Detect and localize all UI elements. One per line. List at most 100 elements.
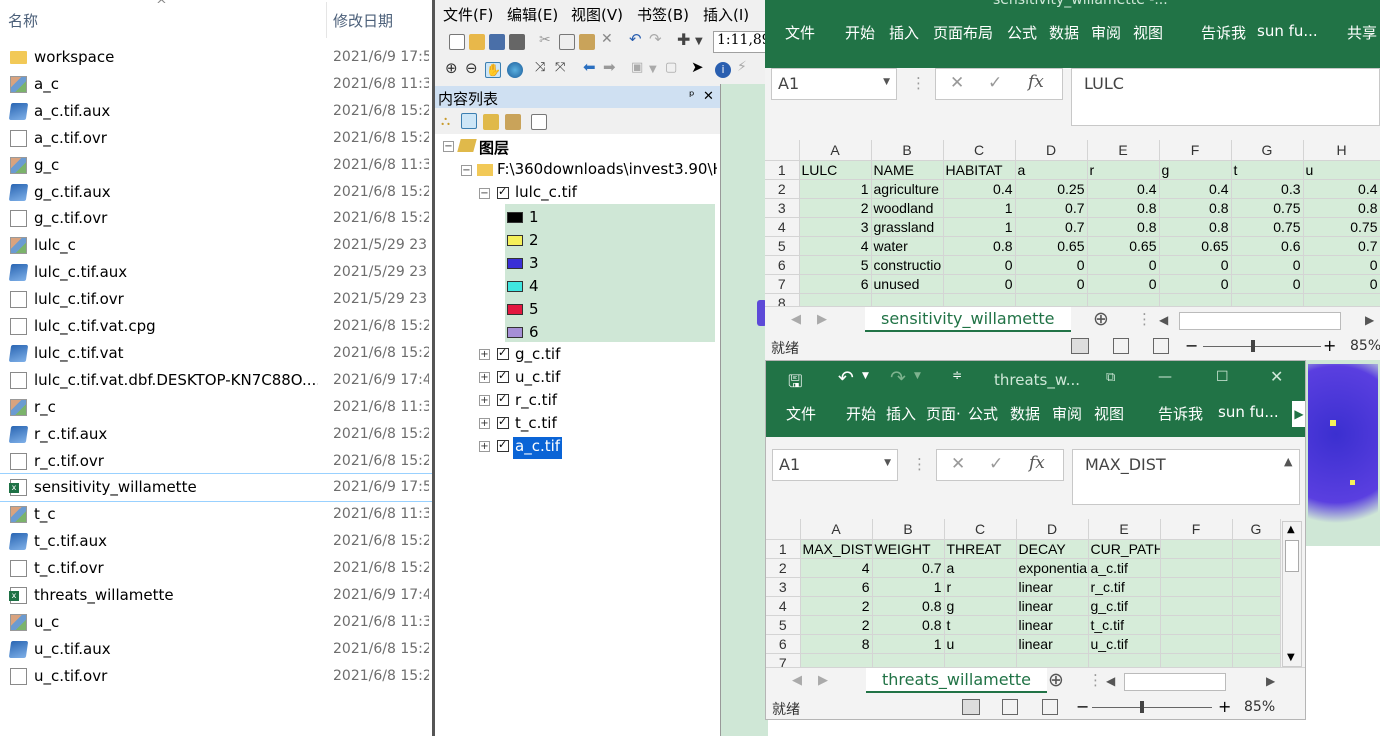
ribbon-tab[interactable]: sun fu...	[1218, 403, 1279, 421]
cell[interactable]: water	[871, 236, 944, 256]
toc-close-icon[interactable]: ✕	[703, 89, 714, 104]
cell[interactable]: 1	[872, 577, 945, 597]
file-name[interactable]: lulc_c.tif.ovr	[34, 290, 318, 308]
ribbon-tab[interactable]: 审阅	[1052, 403, 1082, 424]
cell[interactable]: agriculture	[871, 179, 944, 199]
row-header[interactable]: 3	[765, 198, 800, 218]
zoom-slider[interactable]	[1203, 346, 1321, 347]
cell[interactable]: linear	[1016, 634, 1089, 654]
ribbon-tab[interactable]: 数据	[1049, 22, 1079, 43]
zoom-in-plus-icon[interactable]: +	[1218, 697, 1231, 716]
ribbon-tab[interactable]: 文件	[785, 22, 815, 43]
file-name[interactable]: r_c.tif.ovr	[34, 452, 318, 470]
file-name[interactable]: threats_willamette	[34, 586, 318, 604]
cell[interactable]	[1160, 558, 1233, 578]
file-row[interactable]: lulc_c 2021/5/29 23	[0, 232, 432, 259]
cell[interactable]: t	[944, 615, 1017, 635]
cell[interactable]: 0.8	[1159, 198, 1232, 218]
expand-layer-icon[interactable]: +	[479, 349, 490, 360]
file-row[interactable]: lulc_c.tif.ovr 2021/5/29 23	[0, 286, 432, 313]
zoom-out-icon[interactable]: ⊖	[465, 59, 481, 77]
add-data-icon[interactable]: ✚	[677, 30, 693, 49]
file-row[interactable]: workspace 2021/6/9 17:5	[0, 44, 432, 71]
list-by-visibility-icon[interactable]	[483, 114, 499, 130]
forward-extent-icon[interactable]: ➡	[603, 58, 619, 76]
cell[interactable]: 6	[799, 274, 872, 294]
cell[interactable]: exponentia	[1016, 558, 1089, 578]
collapse-layers-icon[interactable]: −	[443, 141, 454, 152]
namebox-dropdown-icon[interactable]: ▼	[883, 77, 890, 87]
row-header[interactable]: 5	[766, 615, 801, 635]
file-row[interactable]: lulc_c.tif.aux 2021/5/29 23	[0, 259, 432, 286]
file-name[interactable]: t_c.tif.aux	[34, 532, 318, 550]
file-name[interactable]: a_c	[34, 75, 318, 93]
cell[interactable]: 0.8	[872, 615, 945, 635]
cell[interactable]: 0.6	[1231, 236, 1304, 256]
paste-icon[interactable]	[579, 34, 595, 50]
file-row[interactable]: u_c.tif.aux 2021/6/8 15:2	[0, 636, 432, 663]
horizontal-scrollbar[interactable]	[1124, 673, 1226, 691]
cell[interactable]: 6	[800, 577, 873, 597]
cell[interactable]: woodland	[871, 198, 944, 218]
full-extent-icon[interactable]	[507, 62, 523, 78]
file-name[interactable]: u_c.tif.aux	[34, 640, 318, 658]
file-name[interactable]: u_c	[34, 613, 318, 631]
cell[interactable]	[1160, 615, 1233, 635]
zoom-out-minus-icon[interactable]: −	[1185, 336, 1198, 355]
folder-path-label[interactable]: F:\360downloads\invest3.90\H	[497, 160, 717, 182]
ribbon-tab[interactable]: 插入	[886, 403, 916, 424]
page-break-view-icon[interactable]	[1153, 338, 1169, 354]
file-name[interactable]: g_c.tif.ovr	[34, 209, 318, 227]
cell[interactable]: 0.8	[1159, 217, 1232, 237]
file-row[interactable]: r_c 2021/6/8 11:3	[0, 394, 432, 421]
copy-icon[interactable]	[559, 34, 575, 50]
next-sheet-icon[interactable]: ▶	[818, 673, 828, 688]
menu-edit[interactable]: 编辑(E)	[507, 4, 558, 25]
cell[interactable]: 8	[800, 634, 873, 654]
ribbon-tab[interactable]: 告诉我	[1201, 22, 1246, 43]
vertical-scrollbar[interactable]: ▲ ▼	[1282, 521, 1302, 667]
prev-sheet-icon[interactable]: ◀	[792, 673, 802, 688]
hscroll-right-icon[interactable]: ▶	[1266, 674, 1275, 688]
column-header[interactable]: B	[871, 140, 944, 161]
menu-view[interactable]: 视图(V)	[571, 4, 623, 25]
ribbon-display-options-icon[interactable]: ⧉	[1106, 370, 1115, 385]
expand-layer-icon[interactable]: +	[479, 441, 490, 452]
add-sheet-icon[interactable]: ⊕	[1093, 308, 1109, 330]
cell[interactable]: 1	[943, 198, 1016, 218]
excel2-undo-dropdown-icon[interactable]: ▼	[862, 371, 869, 381]
ribbon-tab[interactable]: 公式	[1007, 22, 1037, 43]
cell[interactable]: 0.75	[1303, 217, 1380, 237]
maximize-icon[interactable]: ☐	[1216, 369, 1229, 385]
new-document-icon[interactable]	[449, 34, 465, 50]
row-header[interactable]: 2	[765, 179, 800, 199]
file-row[interactable]: r_c.tif.ovr 2021/6/8 15:2	[0, 448, 432, 475]
cell[interactable]: 0.7	[1015, 198, 1088, 218]
cell[interactable]: 0.4	[1303, 179, 1380, 199]
cancel-entry-icon[interactable]: ✕	[951, 454, 965, 474]
cell[interactable]: 0.65	[1087, 236, 1160, 256]
ribbon-tab[interactable]: 页面布局	[933, 22, 993, 43]
zoom-slider-thumb[interactable]	[1140, 701, 1144, 713]
map-scale-input[interactable]: 1:11,89	[713, 31, 768, 53]
cell[interactable]: 1	[799, 179, 872, 199]
list-by-drawing-order-icon[interactable]: ⛬	[441, 114, 457, 130]
excel2-customize-qat-icon[interactable]: ≑	[952, 368, 962, 382]
cell[interactable]: u	[1303, 160, 1380, 180]
zoom-out-minus-icon[interactable]: −	[1076, 697, 1089, 716]
cell[interactable]: a	[944, 558, 1017, 578]
clear-selection-icon[interactable]: ▢	[665, 60, 681, 76]
cell[interactable]: 0	[1015, 255, 1088, 275]
file-row[interactable]: threats_willamette 2021/6/9 17:4	[0, 582, 432, 609]
layer-label[interactable]: a_c.tif	[513, 437, 563, 459]
row-header[interactable]: 3	[766, 577, 801, 597]
cell[interactable]: 0	[1015, 274, 1088, 294]
column-header[interactable]: H	[1303, 140, 1380, 161]
prev-sheet-icon[interactable]: ◀	[791, 312, 801, 327]
map-view[interactable]	[720, 84, 768, 736]
column-header[interactable]: A	[800, 519, 873, 540]
minimize-icon[interactable]: —	[1158, 369, 1172, 385]
list-by-selection-icon[interactable]	[505, 114, 521, 130]
delete-icon[interactable]: ✕	[601, 31, 617, 47]
cell[interactable]: r	[1087, 160, 1160, 180]
